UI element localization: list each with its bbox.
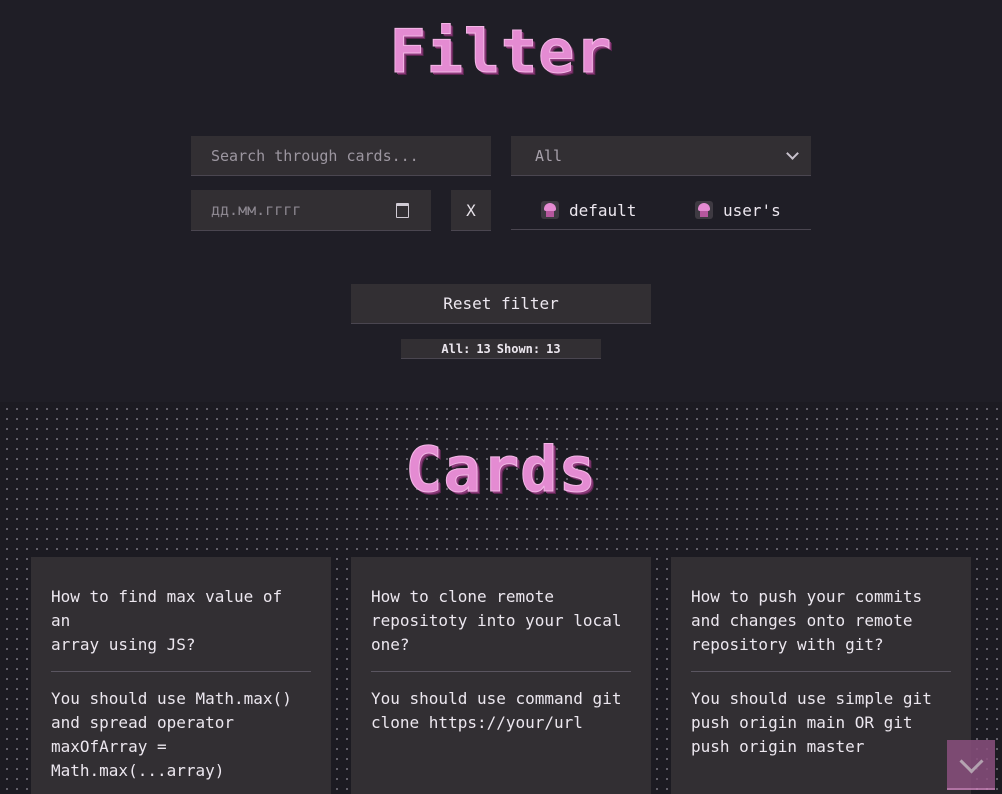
date-placeholder: дд.мм.гггг [211,201,302,219]
card-answer: You should use command git clone https:/… [371,689,622,732]
card[interactable]: How to push your commits and changes ont… [671,557,971,794]
counter-shown-value: 13 [546,341,561,356]
category-select[interactable]: All [511,136,811,176]
card-counter: All: 13 Shown: 13 [401,339,601,359]
card-answer: You should use Math.max() and spread ope… [51,689,292,780]
filter-title: Filter [389,17,613,88]
card-question: How to push your commits and changes ont… [691,587,923,654]
chevron-down-icon [786,147,799,160]
counter-all-label: All: [441,341,471,356]
card[interactable]: How to clone remote repositoty into your… [351,557,651,794]
source-option-label: user's [723,200,781,220]
reset-filter-button[interactable]: Reset filter [351,284,651,324]
source-option-label: default [569,200,637,220]
card-divider [371,671,631,672]
cupcake-icon [695,201,713,219]
card-answer: You should use simple git push origin ma… [691,689,932,756]
card[interactable]: How to find max value of an array using … [31,557,331,794]
source-option-users[interactable]: user's [695,190,781,230]
cards-title: Cards [405,433,597,507]
calendar-icon[interactable] [396,202,409,218]
counter-all-value: 13 [476,341,491,356]
counter-shown-label: Shown: [496,341,541,356]
card-divider [51,671,311,672]
card-question: How to find max value of an array using … [51,587,283,654]
scroll-down-button[interactable] [947,740,995,790]
cupcake-icon [541,201,559,219]
card-divider [691,671,951,672]
date-input[interactable]: дд.мм.гггг [191,190,431,231]
clear-date-button[interactable]: X [451,190,491,231]
search-input[interactable] [191,136,491,176]
source-option-default[interactable]: default [541,190,636,230]
source-toggle: default user's [511,190,811,230]
chevron-down-icon [958,748,984,774]
category-selected-value: All [535,146,563,165]
card-question: How to clone remote repositoty into your… [371,587,622,654]
